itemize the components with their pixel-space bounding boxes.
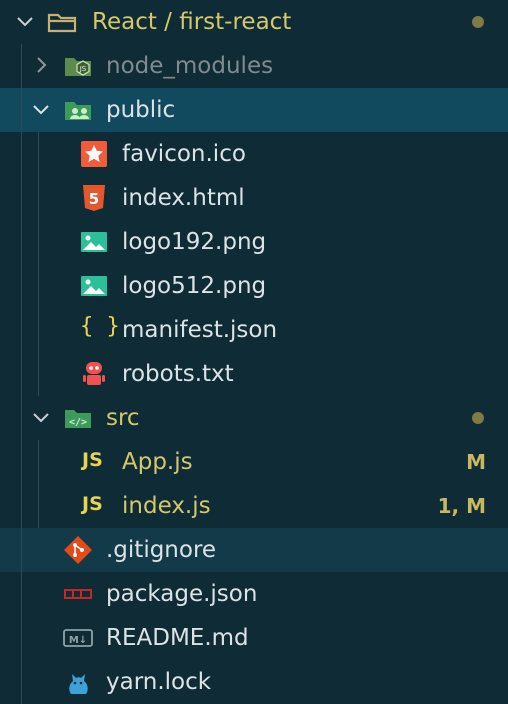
favicon-star-icon bbox=[81, 141, 107, 167]
indent-guide bbox=[21, 44, 22, 704]
folder-row-src[interactable]: </> src bbox=[0, 396, 508, 440]
index-html-label: index.html bbox=[122, 185, 245, 211]
npm-icon bbox=[64, 589, 92, 599]
file-row-logo512[interactable]: logo512.png bbox=[0, 264, 508, 308]
file-row-gitignore[interactable]: .gitignore bbox=[0, 528, 508, 572]
js-icon: JS bbox=[82, 449, 103, 471]
node-modules-label: node_modules bbox=[106, 53, 274, 79]
app-js-label: App.js bbox=[122, 449, 193, 475]
js-icon: JS bbox=[82, 493, 103, 515]
src-folder-label: src bbox=[106, 405, 140, 431]
file-row-package-json[interactable]: package.json bbox=[0, 572, 508, 616]
robot-icon bbox=[83, 362, 105, 385]
file-row-app-js[interactable]: JS App.js M bbox=[0, 440, 508, 484]
file-row-favicon[interactable]: favicon.ico bbox=[0, 132, 508, 176]
chevron-down-icon[interactable] bbox=[30, 406, 52, 428]
logo512-label: logo512.png bbox=[122, 273, 267, 299]
image-icon bbox=[81, 232, 107, 252]
yarn-lock-label: yarn.lock bbox=[106, 669, 212, 695]
html5-icon: 5 bbox=[83, 185, 105, 211]
chevron-right-icon[interactable] bbox=[30, 54, 52, 76]
logo192-label: logo192.png bbox=[122, 229, 267, 255]
svg-text:</>: </> bbox=[69, 417, 87, 428]
gitignore-label: .gitignore bbox=[106, 537, 217, 563]
public-folder-label: public bbox=[106, 97, 176, 123]
root-folder-label: React / first-react bbox=[92, 9, 292, 35]
file-row-readme[interactable]: M↓ README.md bbox=[0, 616, 508, 660]
markdown-icon: M↓ bbox=[63, 629, 93, 647]
public-folder-icon bbox=[65, 102, 91, 120]
json-braces-icon: { } bbox=[80, 314, 120, 339]
readme-label: README.md bbox=[106, 625, 249, 651]
folder-row-node-modules[interactable]: JS node_modules bbox=[0, 44, 508, 88]
file-row-logo192[interactable]: logo192.png bbox=[0, 220, 508, 264]
folder-row-public[interactable]: public bbox=[0, 88, 508, 132]
index-js-label: index.js bbox=[122, 493, 211, 519]
node-folder-icon: JS bbox=[65, 58, 91, 76]
chevron-down-icon[interactable] bbox=[30, 98, 52, 120]
package-json-label: package.json bbox=[106, 581, 258, 607]
svg-text:M↓: M↓ bbox=[69, 635, 87, 646]
svg-text:JS: JS bbox=[79, 65, 87, 73]
file-explorer-tree: React / first-react JS node_modules publ… bbox=[0, 0, 508, 704]
svg-text:5: 5 bbox=[89, 190, 99, 208]
yarn-cat-icon bbox=[69, 674, 88, 694]
robots-label: robots.txt bbox=[122, 361, 234, 387]
file-row-manifest[interactable]: { } manifest.json bbox=[0, 308, 508, 352]
file-row-index-js[interactable]: JS index.js 1, M bbox=[0, 484, 508, 528]
root-modified-dot bbox=[472, 16, 484, 28]
git-status-badge: 1, M bbox=[437, 494, 486, 518]
folder-open-icon bbox=[47, 13, 77, 33]
indent-guide bbox=[38, 440, 39, 528]
file-row-index-html[interactable]: 5 index.html bbox=[0, 176, 508, 220]
indent-guide bbox=[38, 132, 39, 396]
src-folder-icon: </> bbox=[65, 410, 91, 428]
git-status-badge: M bbox=[466, 450, 486, 474]
file-row-robots[interactable]: robots.txt bbox=[0, 352, 508, 396]
file-row-yarn-lock[interactable]: yarn.lock bbox=[0, 660, 508, 704]
manifest-label: manifest.json bbox=[122, 317, 278, 343]
git-icon bbox=[64, 536, 92, 564]
root-folder-row[interactable]: React / first-react bbox=[0, 0, 508, 44]
favicon-label: favicon.ico bbox=[122, 141, 246, 167]
src-modified-dot bbox=[472, 412, 484, 424]
image-icon bbox=[81, 276, 107, 296]
chevron-down-icon[interactable] bbox=[14, 10, 36, 32]
